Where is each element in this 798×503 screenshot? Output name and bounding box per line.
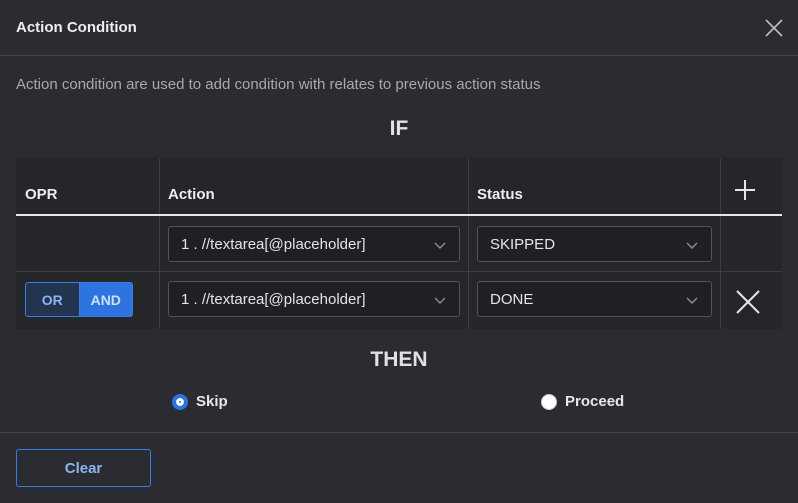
proceed-radio-label: Proceed [565,393,625,410]
then-heading: THEN [370,348,428,371]
action-select-row-2[interactable]: 1 . //textarea[@placeholder] [168,281,460,317]
operator-toggle: OR AND [25,282,133,317]
status-select-row-1[interactable]: SKIPPED [477,226,712,262]
column-header-action: Action [168,186,215,203]
chevron-down-icon [434,242,446,249]
skip-radio[interactable]: Skip [172,393,228,410]
dialog-title: Action Condition [16,19,137,36]
chevron-down-icon [686,242,698,249]
skip-radio-label: Skip [196,393,228,410]
status-select-row-2[interactable]: DONE [477,281,712,317]
chevron-down-icon [434,297,446,304]
dialog-description: Action condition are used to add conditi… [16,76,541,93]
clear-button[interactable]: Clear [16,449,151,487]
action-condition-dialog: Action Condition Action condition are us… [0,0,798,503]
close-icon [765,19,783,37]
condition-table: OPR Action Status 1 . //textarea[@placeh… [16,158,782,329]
action-select-row-1[interactable]: 1 . //textarea[@placeholder] [168,226,460,262]
status-select-value: SKIPPED [490,236,556,253]
action-select-value: 1 . //textarea[@placeholder] [181,236,366,253]
proceed-radio[interactable]: Proceed [541,393,624,410]
plus-icon [735,180,755,200]
delete-condition-button[interactable] [735,289,761,315]
radio-unselected-indicator [541,393,557,410]
dialog-header: Action Condition [0,0,798,56]
header-divider [16,214,782,216]
column-divider [159,158,160,329]
close-button[interactable] [762,16,786,40]
action-select-value: 1 . //textarea[@placeholder] [181,291,366,308]
column-divider [720,158,721,329]
column-header-status: Status [477,186,523,203]
column-divider [468,158,469,329]
x-icon [736,290,760,314]
operator-or-button[interactable]: OR [26,283,80,316]
column-header-opr: OPR [25,186,58,203]
footer-divider [0,432,798,433]
status-select-value: DONE [490,291,534,308]
radio-selected-indicator [172,393,188,410]
if-heading: IF [389,117,409,140]
operator-and-button[interactable]: AND [79,283,132,316]
row-divider [16,271,782,272]
add-condition-button[interactable] [733,178,757,202]
chevron-down-icon [686,297,698,304]
